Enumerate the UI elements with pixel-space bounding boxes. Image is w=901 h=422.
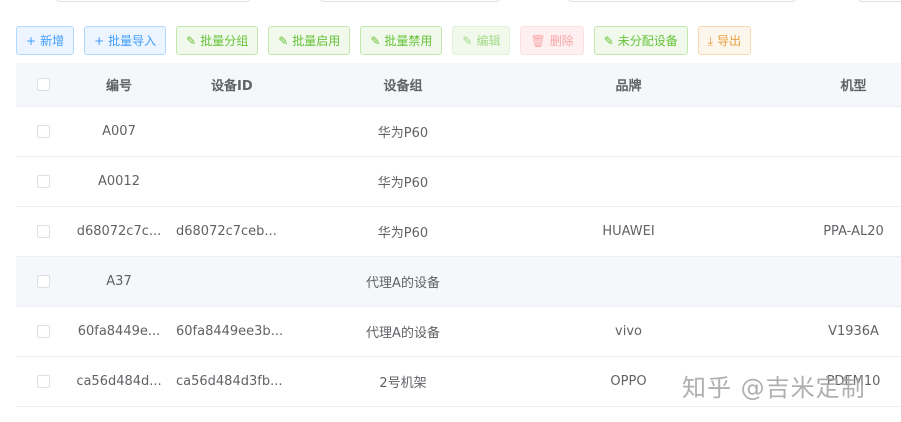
table-row[interactable]: A0012 华为P60 [16,157,901,207]
cell-brand: vivo [615,324,642,339]
batch-enable-button[interactable]: ✎ 批量启用 [268,26,351,55]
table-row[interactable]: 60fa8449e... 60fa8449ee3b... 代理A的设备 vivo… [16,307,901,357]
delete-button-label: 删除 [549,34,574,48]
export-button[interactable]: ⤓ 导出 [697,26,752,55]
cell-device-id: 60fa8449ee3b... [176,324,284,339]
batch-group-button[interactable]: ✎ 批量分组 [176,26,259,55]
filter-input[interactable] [56,0,250,2]
unassigned-devices-button-label: 未分配设备 [617,34,678,48]
cell-device-group: 华为P60 [377,126,429,141]
download-icon: ⤓ [707,33,714,48]
cell-number: d68072c7c... [76,224,162,239]
cell-device-id [176,107,296,156]
row-select-cell [32,307,54,356]
unassigned-devices-button[interactable]: ✎ 未分配设备 [593,26,688,55]
cell-brand [536,107,721,156]
cell-device-group: 代理A的设备 [366,276,440,291]
row-select-cell [32,257,54,306]
trash-icon: 🗑 [530,33,546,48]
add-button-label: 新增 [40,34,65,48]
edit-icon: ✎ [603,33,614,48]
select-all-checkbox[interactable] [36,78,50,91]
plus-icon: + [94,33,105,48]
export-button-label: 导出 [717,34,742,48]
top-filter-strip [0,0,901,6]
toolbar: + 新增 + 批量导入 ✎ 批量分组 ✎ 批量启用 ✎ 批量禁用 ✎ 编辑 🗑 … [16,26,752,55]
header-device-id: 设备ID [211,79,253,94]
row-select-cell [32,207,54,256]
edit-button-label: 编辑 [476,34,501,48]
batch-enable-button-label: 批量启用 [292,34,341,48]
cell-number: A37 [106,274,132,289]
header-device-group: 设备组 [383,79,423,94]
row-checkbox[interactable] [36,175,50,188]
select-all-cell [32,63,54,106]
cell-number: 60fa8449e... [77,324,161,339]
cell-number: A0012 [98,174,140,189]
row-select-cell [32,107,54,156]
row-select-cell [32,157,54,206]
cell-device-id: d68072c7ceb... [176,224,277,239]
filter-input[interactable] [320,0,500,2]
cell-model: V1936A [828,324,879,339]
row-checkbox[interactable] [36,225,50,238]
header-brand: 品牌 [615,79,642,94]
table-row[interactable]: A37 代理A的设备 [16,257,901,307]
cell-brand: HUAWEI [602,224,655,239]
filter-input[interactable] [568,0,796,2]
edit-icon: ✎ [370,33,381,48]
plus-icon: + [26,33,37,48]
add-button[interactable]: + 新增 [16,26,75,55]
delete-button[interactable]: 🗑 删除 [520,26,584,55]
batch-import-button[interactable]: + 批量导入 [84,26,167,55]
cell-device-group: 华为P60 [377,176,429,191]
cell-number: ca56d484d... [76,374,162,389]
device-table: 编号 设备ID 设备组 品牌 机型 A007 华为P60 A0012 华为P60… [16,63,901,407]
cell-device-id: ca56d484d3fb... [176,374,283,389]
watermark: 知乎 @吉米定制 [682,374,866,402]
batch-group-button-label: 批量分组 [200,34,249,48]
batch-disable-button[interactable]: ✎ 批量禁用 [360,26,443,55]
row-checkbox[interactable] [36,325,50,338]
edit-icon: ✎ [186,33,197,48]
cell-device-id [176,157,296,206]
cell-device-group: 华为P60 [377,226,429,241]
cell-device-group: 2号机架 [379,376,427,391]
row-checkbox[interactable] [36,375,50,388]
row-checkbox[interactable] [36,125,50,138]
cell-model: PPA-AL20 [823,224,884,239]
cell-number: A007 [102,124,136,139]
cell-device-group: 代理A的设备 [366,326,440,341]
header-model: 机型 [840,79,867,94]
batch-import-button-label: 批量导入 [108,34,157,48]
cell-model [791,257,901,306]
filter-input[interactable] [858,0,901,2]
table-row[interactable]: A007 华为P60 [16,107,901,157]
cell-brand [536,257,721,306]
cell-model [791,157,901,206]
edit-button[interactable]: ✎ 编辑 [452,26,511,55]
table-row[interactable]: d68072c7c... d68072c7ceb... 华为P60 HUAWEI… [16,207,901,257]
row-checkbox[interactable] [36,275,50,288]
cell-model [791,107,901,156]
cell-brand [536,157,721,206]
header-number: 编号 [105,79,132,94]
table-header: 编号 设备ID 设备组 品牌 机型 [16,63,901,107]
edit-icon: ✎ [462,33,473,48]
edit-icon: ✎ [278,33,289,48]
batch-disable-button-label: 批量禁用 [384,34,433,48]
cell-device-id [176,257,296,306]
row-select-cell [32,357,54,406]
